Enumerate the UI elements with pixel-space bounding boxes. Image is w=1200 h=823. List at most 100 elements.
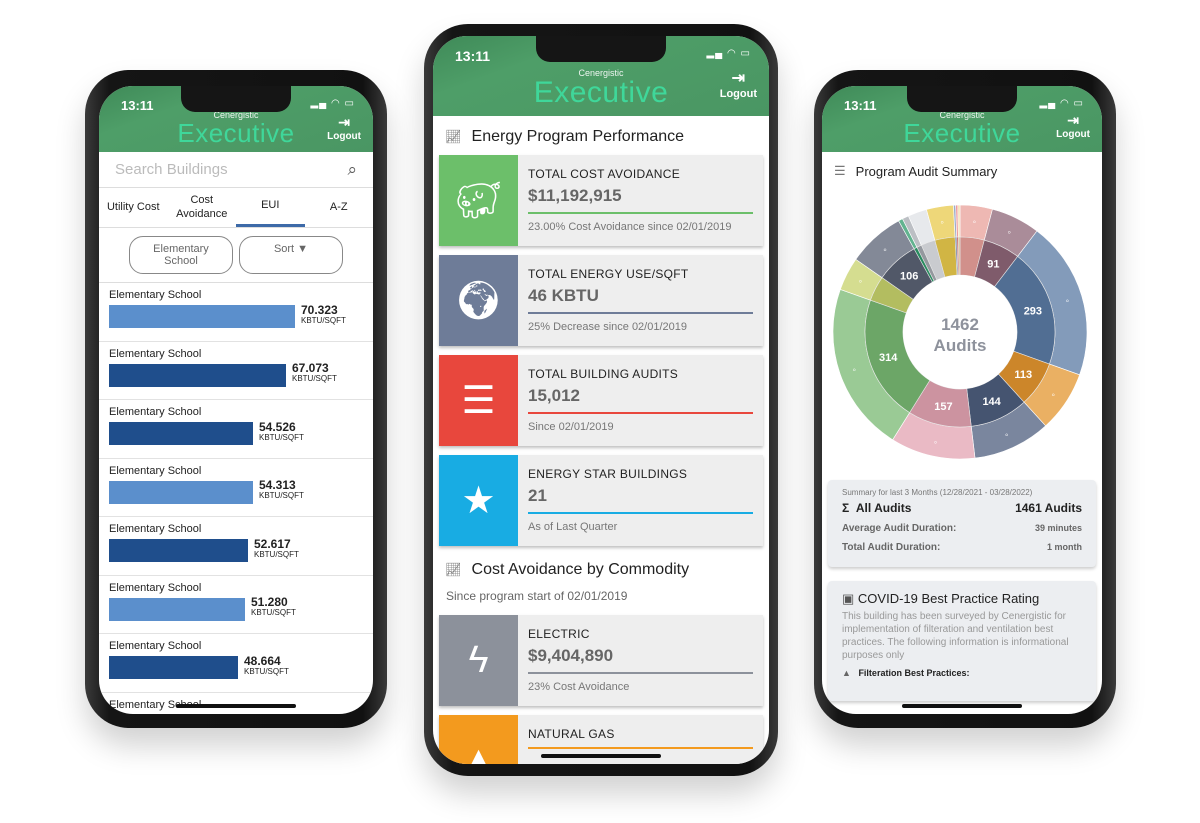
- brand-small: Cenergistic: [578, 68, 624, 78]
- logout-button[interactable]: ⇥ Logout: [1056, 112, 1090, 140]
- card-divider: [528, 672, 753, 674]
- sort-button[interactable]: Sort ▼: [239, 236, 343, 274]
- card-title: TOTAL ENERGY USE/SQFT: [528, 267, 689, 281]
- no-bell-icon: ◦: [1007, 227, 1011, 238]
- building-row[interactable]: Elementary School 54.526 KBTU/SQFT: [99, 400, 373, 459]
- eui-value: 54.526 KBTU/SQFT: [259, 419, 304, 442]
- home-indicator: [176, 704, 296, 708]
- eui-bar: [109, 422, 253, 445]
- notch: [181, 86, 291, 112]
- slice-label: 144: [982, 396, 1001, 408]
- building-icon: ◦: [973, 217, 977, 228]
- metric-card[interactable]: ★ ENERGY STAR BUILDINGS 21 As of Last Quart…: [439, 455, 763, 546]
- filtration-label: Filteration Best Practices:: [858, 668, 970, 678]
- eui-value: 70.323 KBTU/SQFT: [301, 302, 346, 325]
- building-row[interactable]: Elementary School 67.073 KBTU/SQFT: [99, 342, 373, 400]
- audit-summary-card: Summary for last 3 Months (12/28/2021 - …: [828, 480, 1096, 567]
- building-row[interactable]: Elementary School 70.323 KBTU/SQFT: [99, 283, 373, 342]
- status-icons: ▂▄ ◠ ▭: [310, 98, 355, 109]
- list-icon: ☰: [834, 163, 846, 178]
- eui-value: 51.280 KBTU/SQFT: [251, 595, 296, 618]
- card-title: TOTAL BUILDING AUDITS: [528, 367, 679, 381]
- metric-card[interactable]: 🌍︎ TOTAL ENERGY USE/SQFT 46 KBTU 25% Decrea…: [439, 255, 763, 346]
- card-divider: [528, 412, 753, 414]
- list-icon: ☰: [439, 355, 518, 446]
- star-icon: ★: [439, 455, 518, 546]
- center-phone: 13:11 ▂▄ ◠ ▭ Cenergistic Executive ⇥ Logo…: [424, 24, 778, 776]
- card-value: 21: [528, 486, 547, 505]
- card-title: ELECTRIC: [528, 627, 590, 641]
- sign-out-icon: ⇥: [731, 70, 746, 87]
- card-divider: [528, 212, 753, 214]
- globe-icon: 🌍︎: [439, 255, 518, 346]
- building-row[interactable]: Elementary School 48.664 KBTU/SQFT: [99, 634, 373, 693]
- eui-value: 52.617 KBTU/SQFT: [254, 536, 299, 559]
- card-value: 15,012: [528, 386, 580, 405]
- logout-button[interactable]: ⇥ Logout: [327, 114, 361, 142]
- avg-duration-value: 39 minutes: [1034, 523, 1082, 533]
- cookie-icon: ◦: [1051, 390, 1055, 401]
- eui-bar: [109, 539, 248, 562]
- cleaning-icon: ◦: [1005, 430, 1009, 441]
- tab-eui[interactable]: EUI: [236, 188, 305, 227]
- section-title: Program Audit Summary: [855, 163, 998, 179]
- section-subtitle: Since program start of 02/01/2019: [446, 589, 628, 603]
- tree-icon: ▲: [842, 668, 851, 678]
- restaurant-icon: ◦: [934, 437, 938, 448]
- building-name: Elementary School: [109, 464, 202, 477]
- eui-bar: [109, 480, 253, 504]
- card-divider: [528, 312, 753, 314]
- home-indicator: [541, 754, 661, 758]
- building-name: Elementary School: [109, 640, 202, 652]
- card-title: ENERGY STAR BUILDINGS: [528, 467, 688, 481]
- building-row[interactable]: Elementary School 52.617 KBTU/SQFT: [99, 517, 373, 576]
- building-name: Elementary School: [109, 406, 202, 418]
- donut-slice-outer[interactable]: [957, 204, 961, 238]
- card-value: 46 KBTU: [528, 286, 599, 305]
- total-duration-label: Total Audit Duration:: [842, 542, 941, 553]
- status-icons: ▂▄ ◠ ▭: [1039, 98, 1084, 109]
- tab-a-z[interactable]: A-Z: [305, 188, 374, 227]
- card-title: NATURAL GAS: [528, 727, 615, 741]
- lightning-icon: ϟ: [439, 615, 518, 706]
- flame-icon: ▲: [439, 715, 518, 764]
- eui-bar: [109, 597, 245, 621]
- eui-bar: [109, 363, 286, 387]
- search-icon[interactable]: ⌕: [347, 160, 357, 180]
- status-time: 13:11: [455, 48, 491, 64]
- metric-card[interactable]: ϟ ELECTRIC $9,404,890 23% Cost Avoidance: [439, 615, 763, 706]
- tab-cost-avoidance[interactable]: Cost Avoidance: [168, 188, 237, 227]
- calendar-icon: ◦: [859, 277, 863, 288]
- card-subtitle: 23.00% Cost Avoidance since 02/01/2019: [528, 221, 732, 233]
- card-divider: [528, 512, 753, 514]
- summary-caption: Summary for last 3 Months (12/28/2021 - …: [842, 488, 1033, 497]
- search-input[interactable]: Search Buildings ⌕: [99, 152, 373, 188]
- slice-label: 293: [1024, 305, 1042, 317]
- eui-value: 67.073 KBTU/SQFT: [292, 361, 337, 384]
- trend-chart-icon: 📈︎: [445, 562, 462, 577]
- metric-card[interactable]: 🐖︎ TOTAL COST AVOIDANCE $11,192,915 23.00% …: [439, 155, 763, 246]
- building-row[interactable]: Elementary School 54.313 KBTU/SQFT: [99, 459, 373, 517]
- logout-label: Logout: [1056, 129, 1090, 140]
- covid-title: COVID-19 Best Practice Rating: [857, 591, 1040, 606]
- card-title: TOTAL COST AVOIDANCE: [528, 167, 681, 181]
- card-value: $11,192,915: [528, 186, 622, 205]
- tab-utility-cost[interactable]: Utility Cost: [99, 188, 168, 227]
- sigma-icon: Σ: [842, 501, 850, 515]
- logout-button[interactable]: ⇥ Logout: [720, 68, 757, 100]
- eui-bar: [109, 656, 238, 679]
- left-phone: 13:11 ▂▄ ◠ ▭ Cenergistic Executive ⇥ Logo…: [85, 70, 387, 728]
- building-type-filter[interactable]: Elementary School: [129, 236, 233, 274]
- building-name: Elementary School: [109, 347, 202, 360]
- eui-bar: [109, 305, 295, 328]
- card-subtitle: 23% Cost Avoidance: [528, 681, 630, 693]
- piggy-bank-icon: 🐖︎: [439, 155, 518, 246]
- metric-card[interactable]: ☰ TOTAL BUILDING AUDITS 15,012 Since 02/01/…: [439, 355, 763, 446]
- sign-out-icon: ⇥: [1067, 112, 1079, 128]
- building-name: Elementary School: [109, 289, 202, 301]
- sign-out-icon: ⇥: [338, 114, 350, 130]
- home-indicator: [902, 704, 1022, 708]
- audit-donut-chart: ◦ 91 ◦ 293 ◦ 113 ◦ 144 ◦ 157 ◦ 314 ◦ ◦ 106 ◦ ◦ 1462 Audits: [832, 204, 1088, 460]
- building-row[interactable]: Elementary School 51.280 KBTU/SQFT: [99, 576, 373, 634]
- logout-label: Logout: [327, 131, 361, 142]
